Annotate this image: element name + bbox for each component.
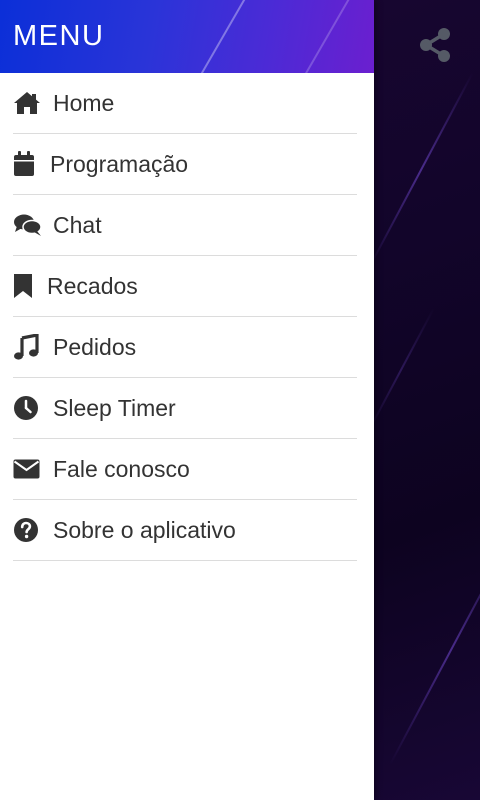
- menu-item-sobre-o-aplicativo[interactable]: Sobre o aplicativo: [13, 500, 357, 561]
- menu-item-recados[interactable]: Recados: [13, 256, 357, 317]
- header-streak: [300, 0, 362, 73]
- background-streak: [389, 534, 480, 766]
- bookmark-icon: [13, 273, 35, 299]
- menu-item-label: Pedidos: [53, 333, 137, 360]
- menu-item-label: Sleep Timer: [53, 394, 176, 421]
- clock-icon: [13, 395, 43, 421]
- menu-item-sleep-timer[interactable]: Sleep Timer: [13, 378, 357, 439]
- app-screen: MENU Home Programação Chat Recados Pedid…: [0, 0, 480, 800]
- chat-icon: [13, 212, 43, 238]
- drawer-header: MENU: [0, 0, 374, 73]
- music-note-icon: [13, 334, 43, 360]
- question-circle-icon: [13, 517, 43, 543]
- menu-item-pedidos[interactable]: Pedidos: [13, 317, 357, 378]
- header-streak: [190, 0, 252, 73]
- share-icon: [418, 27, 452, 68]
- calendar-icon: [13, 151, 37, 177]
- menu-item-label: Sobre o aplicativo: [53, 516, 236, 543]
- envelope-icon: [13, 456, 43, 482]
- menu-item-label: Fale conosco: [53, 455, 190, 482]
- drawer-title: MENU: [13, 20, 105, 52]
- menu-item-home[interactable]: Home: [13, 73, 357, 134]
- navigation-drawer: MENU Home Programação Chat Recados Pedid…: [0, 0, 374, 800]
- share-button[interactable]: [414, 26, 456, 68]
- menu-item-label: Recados: [47, 272, 138, 299]
- menu-item-label: Programação: [50, 150, 189, 177]
- background-streak: [367, 307, 435, 433]
- menu-item-label: Home: [53, 89, 115, 116]
- menu-item-programacao[interactable]: Programação: [13, 134, 357, 195]
- menu-item-label: Chat: [53, 211, 102, 238]
- home-icon: [13, 90, 43, 116]
- menu-item-chat[interactable]: Chat: [13, 195, 357, 256]
- menu-item-fale-conosco[interactable]: Fale conosco: [13, 439, 357, 500]
- menu-list: Home Programação Chat Recados Pedidos Sl…: [0, 73, 374, 561]
- background-streak: [368, 72, 474, 268]
